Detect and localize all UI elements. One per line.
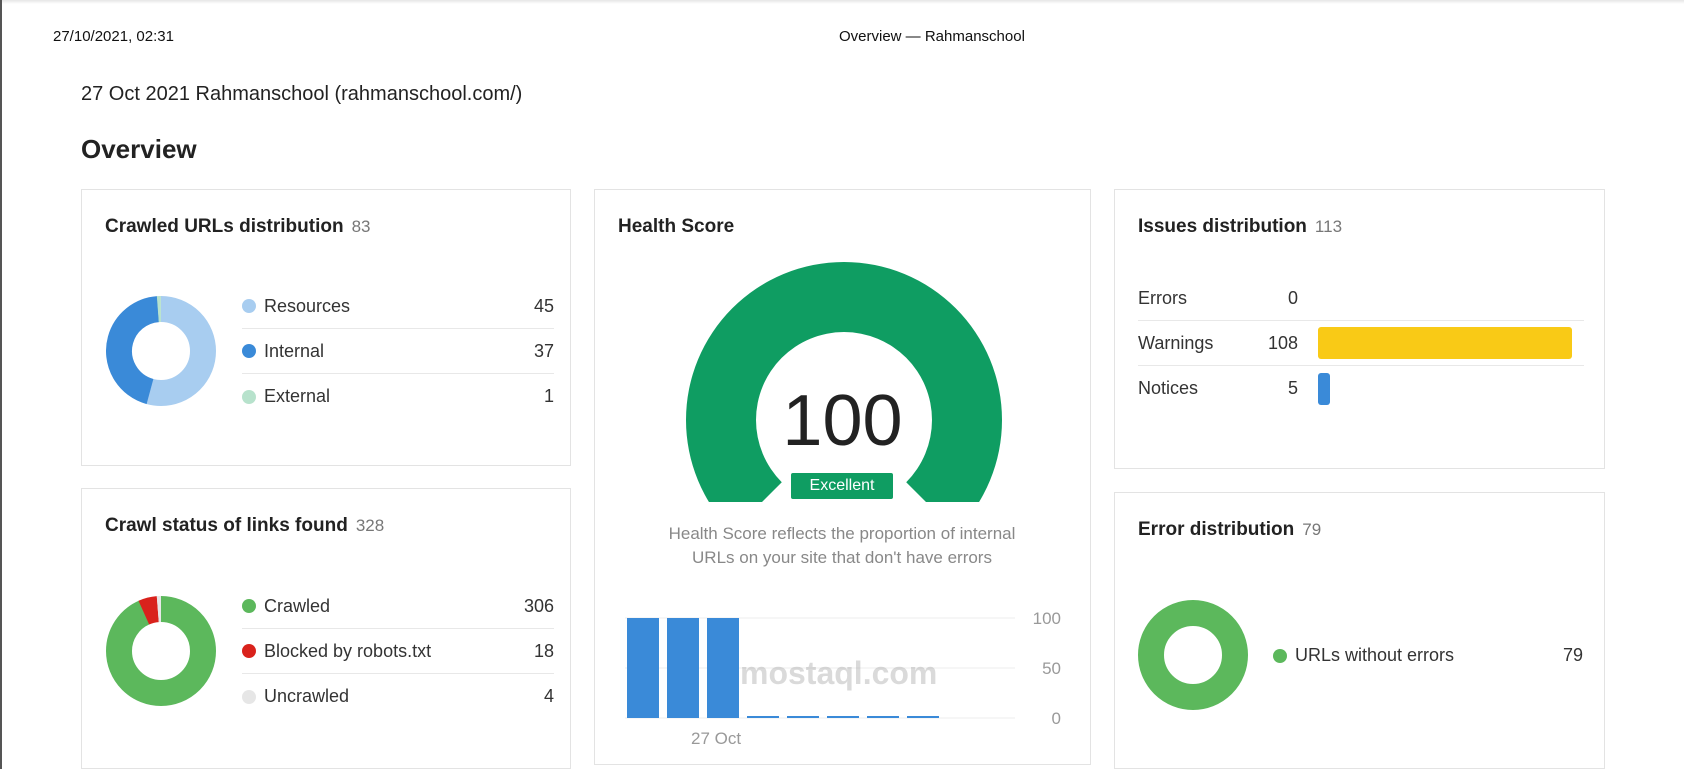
issues-label: Errors — [1138, 287, 1187, 308]
internal-dot-icon — [242, 344, 256, 358]
no-errors-dot-icon — [1273, 648, 1287, 663]
donut-slice-urls-without-errors[interactable] — [1138, 600, 1248, 710]
resources-dot-icon — [242, 299, 256, 313]
description-line: Health Score reflects the proportion of … — [668, 524, 1016, 543]
card-title: Error distribution 79 — [1138, 519, 1321, 541]
issues-row-errors[interactable]: Errors 0 — [1138, 276, 1584, 321]
crawled-urls-count: 83 — [351, 217, 371, 236]
legend-row-crawled[interactable]: Crawled 306 — [242, 584, 554, 629]
error-distribution-card: Error distribution 79 URLs without errors… — [1114, 492, 1605, 769]
crawl-status-donut — [106, 596, 216, 706]
y-tick-label: 50 — [1042, 659, 1061, 678]
card-title: Crawl status of links found 328 — [105, 515, 384, 537]
description-line: URLs on your site that don't have errors — [692, 548, 992, 567]
history-bar[interactable] — [747, 716, 779, 718]
legend-label: URLs without errors — [1295, 645, 1455, 665]
health-score-value: 100 — [782, 381, 903, 461]
history-bar[interactable] — [907, 716, 939, 718]
card-title: Issues distribution 113 — [1138, 216, 1342, 238]
history-bar[interactable] — [827, 716, 859, 718]
report-subtitle: 27 Oct 2021 Rahmanschool (rahmanschool.c… — [81, 83, 523, 105]
issues-title: Issues distribution — [1138, 216, 1307, 237]
legend-value: 79 — [1562, 645, 1583, 665]
notices-bar-track — [1318, 372, 1584, 405]
error-distribution-legend: URLs without errors 79 — [1273, 633, 1583, 678]
error-distribution-donut — [1138, 600, 1248, 710]
window-left-edge — [0, 0, 2, 769]
issues-count: 113 — [1314, 217, 1343, 236]
legend-value: 306 — [523, 595, 554, 616]
print-date: 27/10/2021, 02:31 — [53, 28, 174, 45]
errors-bar-track — [1318, 282, 1584, 314]
legend-value: 45 — [533, 295, 554, 316]
blocked-dot-icon — [242, 644, 256, 658]
issues-value: 108 — [1267, 332, 1298, 353]
health-score-description: Health Score reflects the proportion of … — [635, 522, 1049, 570]
legend-row-blocked[interactable]: Blocked by robots.txt 18 — [242, 629, 554, 674]
watermark-logo: mostaql.com — [740, 655, 938, 691]
crawled-urls-legend: Resources 45 Internal 37 External 1 — [242, 284, 554, 419]
crawl-status-count: 328 — [355, 516, 385, 535]
legend-row-resources[interactable]: Resources 45 — [242, 284, 554, 329]
x-axis-label: 27 Oct — [691, 729, 741, 748]
history-bar[interactable] — [867, 716, 899, 718]
issues-label: Notices — [1138, 378, 1199, 398]
issues-value: 5 — [1287, 378, 1298, 398]
health-score-title: Health Score — [618, 216, 735, 237]
legend-row-no-errors[interactable]: URLs without errors 79 — [1273, 633, 1583, 678]
history-bar[interactable] — [707, 618, 739, 718]
legend-label: Uncrawled — [264, 686, 350, 706]
legend-label: External — [264, 386, 331, 406]
crawl-status-card: Crawl status of links found 328 Crawled 3… — [81, 488, 571, 769]
error-distribution-title: Error distribution — [1138, 519, 1295, 540]
history-bar[interactable] — [667, 618, 699, 718]
legend-value: 18 — [533, 640, 554, 661]
legend-label: Crawled — [264, 595, 331, 616]
health-rating-badge: Excellent — [791, 473, 893, 499]
y-tick-label: 0 — [1052, 709, 1061, 728]
crawl-status-legend: Crawled 306 Blocked by robots.txt 18 Unc… — [242, 584, 554, 719]
legend-value: 1 — [543, 386, 554, 406]
card-title: Crawled URLs distribution 83 — [105, 216, 371, 238]
window-top-edge — [0, 0, 1684, 4]
external-dot-icon — [242, 389, 256, 404]
print-title: Overview — Rahmanschool — [839, 28, 1025, 45]
legend-label: Resources — [264, 295, 351, 316]
warnings-bar-track — [1318, 327, 1584, 359]
issues-value: 0 — [1287, 287, 1298, 308]
legend-row-uncrawled[interactable]: Uncrawled 4 — [242, 674, 554, 719]
crawled-dot-icon — [242, 599, 256, 613]
legend-label: Internal — [264, 340, 325, 361]
issues-row-notices[interactable]: Notices 5 — [1138, 366, 1584, 411]
y-tick-label: 100 — [1033, 609, 1061, 628]
crawled-urls-title: Crawled URLs distribution — [105, 216, 344, 237]
legend-value: 4 — [543, 686, 554, 706]
uncrawled-dot-icon — [242, 689, 256, 704]
notices-bar — [1318, 372, 1330, 405]
error-distribution-count: 79 — [1302, 520, 1322, 539]
legend-label: Blocked by robots.txt — [264, 640, 432, 661]
issues-distribution-card: Issues distribution 113 Errors 0 Warnings… — [1114, 189, 1605, 469]
warnings-bar — [1318, 327, 1572, 359]
crawled-urls-donut — [106, 296, 216, 406]
crawl-status-title: Crawl status of links found — [105, 515, 348, 536]
issues-label: Warnings — [1138, 332, 1214, 353]
donut-slice-crawled[interactable] — [106, 596, 216, 706]
legend-row-external[interactable]: External 1 — [242, 374, 554, 419]
page-title: Overview — [81, 134, 197, 164]
history-bar[interactable] — [627, 618, 659, 718]
crawled-urls-card: Crawled URLs distribution 83 Resources 45… — [81, 189, 571, 466]
legend-value: 37 — [533, 340, 554, 361]
legend-row-internal[interactable]: Internal 37 — [242, 329, 554, 374]
issues-row-warnings[interactable]: Warnings 108 — [1138, 321, 1584, 366]
history-bar[interactable] — [787, 716, 819, 718]
